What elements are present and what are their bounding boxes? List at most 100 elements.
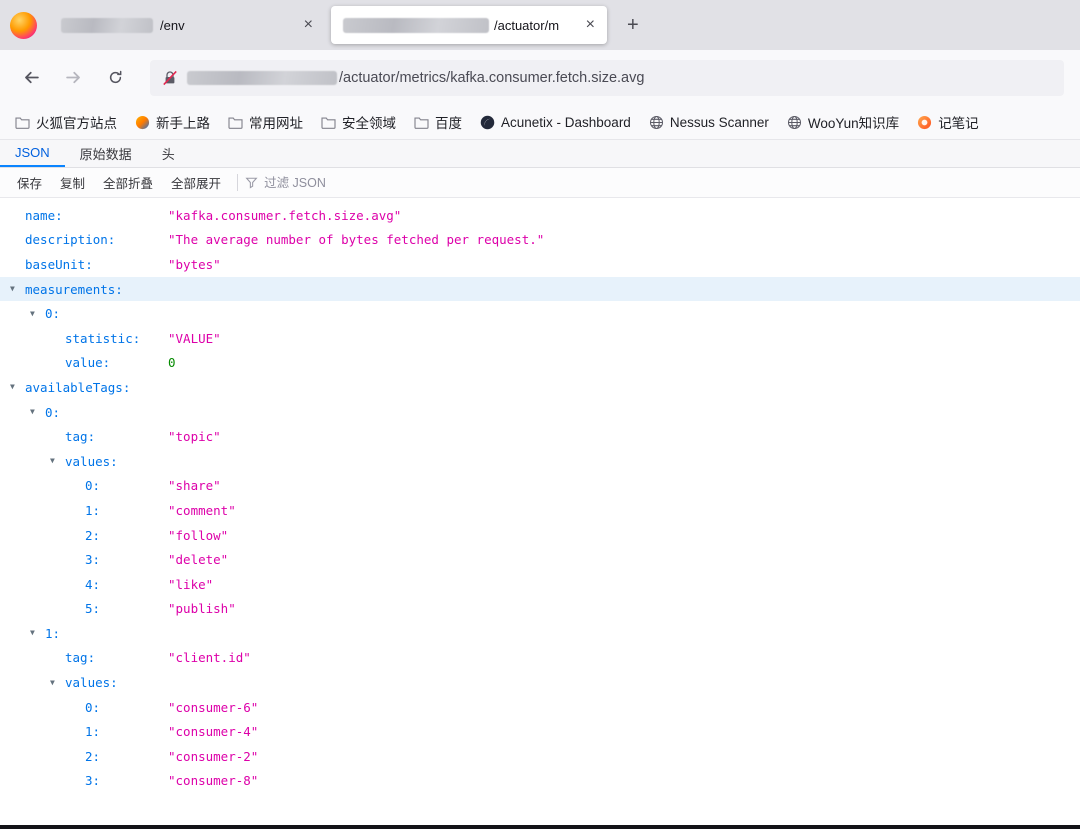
firefox-icon[interactable] <box>10 11 37 39</box>
json-row[interactable]: ▼baseUnit:"bytes" <box>0 252 1080 277</box>
json-key: 5: <box>85 601 101 617</box>
bookmark-item[interactable]: 新手上路 <box>126 105 219 139</box>
twisty-icon[interactable]: ▼ <box>10 285 25 293</box>
tab-title: /env <box>160 17 185 33</box>
json-value: "consumer-8" <box>168 773 259 789</box>
twisty-icon[interactable]: ▼ <box>30 629 45 637</box>
json-key: 0: <box>45 306 61 322</box>
url-path: /actuator/metrics/kafka.consumer.fetch.s… <box>339 69 645 86</box>
reload-icon <box>109 70 121 84</box>
filter-json-input[interactable] <box>264 175 485 190</box>
json-row[interactable]: ▼statistic:"VALUE" <box>0 326 1080 351</box>
json-row[interactable]: ▼4:"like" <box>0 572 1080 597</box>
bookmark-item[interactable]: 安全领域 <box>312 105 405 139</box>
json-value: "bytes" <box>168 256 221 272</box>
insecure-lock-icon[interactable] <box>162 70 178 86</box>
twisty-icon[interactable]: ▼ <box>10 383 25 391</box>
json-row[interactable]: ▼description:"The average number of byte… <box>0 228 1080 253</box>
json-row[interactable]: ▼ values: <box>0 449 1080 474</box>
json-row[interactable]: ▼ 0: <box>0 301 1080 326</box>
expand-all-button[interactable]: 全部展开 <box>162 173 230 192</box>
json-key: name: <box>25 207 63 223</box>
save-button[interactable]: 保存 <box>8 173 51 192</box>
bookmark-label: 记笔记 <box>938 116 979 131</box>
json-key: value: <box>65 355 111 371</box>
json-key: 0: <box>45 404 61 420</box>
bookmark-item[interactable]: 火狐官方站点 <box>6 105 126 139</box>
folder-icon <box>228 116 243 129</box>
json-row[interactable]: ▼tag:"client.id" <box>0 646 1080 671</box>
json-row[interactable]: ▼2:"consumer-2" <box>0 744 1080 769</box>
bookmark-item[interactable]: 百度 <box>405 105 471 139</box>
json-row[interactable]: ▼0:"share" <box>0 474 1080 499</box>
tab-title: /actuator/m <box>494 17 560 33</box>
back-button[interactable] <box>14 61 48 95</box>
folder-icon <box>321 116 336 129</box>
json-row[interactable]: ▼ availableTags: <box>0 375 1080 400</box>
sphere-icon <box>135 115 150 130</box>
json-row[interactable]: ▼3:"delete" <box>0 547 1080 572</box>
json-row[interactable]: ▼name:"kafka.consumer.fetch.size.avg" <box>0 203 1080 228</box>
json-value: "consumer-2" <box>168 748 259 764</box>
bookmark-item[interactable]: Nessus Scanner <box>640 105 778 139</box>
json-value: "publish" <box>168 601 236 617</box>
new-tab-button[interactable]: + <box>613 14 653 37</box>
json-row[interactable]: ▼ 1: <box>0 621 1080 646</box>
bookmark-label: Acunetix - Dashboard <box>501 114 631 130</box>
json-value: "topic" <box>168 429 221 445</box>
twisty-icon[interactable]: ▼ <box>30 309 45 318</box>
redacted-tab-title <box>343 17 489 33</box>
json-key: 0: <box>85 699 101 715</box>
json-key: 4: <box>85 576 101 592</box>
json-row[interactable]: ▼tag:"topic" <box>0 424 1080 449</box>
twisty-icon[interactable]: ▼ <box>30 408 45 416</box>
viewer-tab-JSON[interactable]: JSON <box>0 140 65 167</box>
filter-box <box>245 175 485 190</box>
twisty-icon[interactable]: ▼ <box>50 678 65 687</box>
json-row[interactable]: ▼ measurements: <box>0 276 1080 302</box>
bookmark-label: 安全领域 <box>342 116 396 131</box>
json-value: 0 <box>168 355 176 371</box>
viewer-tab-原始数据[interactable]: 原始数据 <box>65 140 147 167</box>
bookmark-item[interactable]: 记笔记 <box>908 105 988 139</box>
json-value: "comment" <box>168 502 236 518</box>
reload-button[interactable] <box>98 61 132 95</box>
json-row[interactable]: ▼ 0: <box>0 400 1080 425</box>
json-value: "like" <box>168 576 214 592</box>
bookmark-item[interactable]: 常用网址 <box>219 105 312 139</box>
collapse-all-button[interactable]: 全部折叠 <box>94 173 162 192</box>
json-row[interactable]: ▼2:"follow" <box>0 523 1080 548</box>
forward-button[interactable] <box>56 61 90 95</box>
folder-icon <box>414 116 429 129</box>
redacted-url-domain <box>187 70 337 85</box>
viewer-tab-头[interactable]: 头 <box>147 140 190 167</box>
json-row[interactable]: ▼3:"consumer-8" <box>0 769 1080 794</box>
bookmark-label: 百度 <box>435 116 462 131</box>
close-tab-icon[interactable]: × <box>298 17 319 33</box>
browser-tab-actuator[interactable]: /actuator/m × <box>331 6 607 44</box>
json-key: measurements: <box>25 281 123 297</box>
json-row[interactable]: ▼5:"publish" <box>0 597 1080 622</box>
json-key: baseUnit: <box>25 256 93 272</box>
bookmark-item[interactable]: Acunetix - Dashboard <box>471 105 640 139</box>
json-row[interactable]: ▼1:"comment" <box>0 498 1080 523</box>
url-bar[interactable]: /actuator/metrics/kafka.consumer.fetch.s… <box>150 59 1064 96</box>
forward-arrow-icon <box>65 71 80 84</box>
json-row[interactable]: ▼1:"consumer-4" <box>0 719 1080 744</box>
twisty-icon[interactable]: ▼ <box>50 457 65 465</box>
json-value: "VALUE" <box>168 330 221 346</box>
copy-button[interactable]: 复制 <box>51 173 94 192</box>
json-key: values: <box>65 453 118 469</box>
json-row[interactable]: ▼0:"consumer-6" <box>0 695 1080 720</box>
bookmark-label: 常用网址 <box>249 116 303 131</box>
json-key: values: <box>65 675 118 691</box>
browser-tab-env[interactable]: /env × <box>49 6 325 44</box>
json-key: description: <box>25 232 116 248</box>
json-value: "The average number of bytes fetched per… <box>168 232 545 248</box>
close-tab-icon[interactable]: × <box>580 17 601 33</box>
bookmark-item[interactable]: WooYun知识库 <box>778 105 908 139</box>
acunetix-icon <box>480 115 495 130</box>
json-row[interactable]: ▼value:0 <box>0 351 1080 376</box>
json-row[interactable]: ▼ values: <box>0 670 1080 695</box>
folder-icon <box>15 116 30 129</box>
